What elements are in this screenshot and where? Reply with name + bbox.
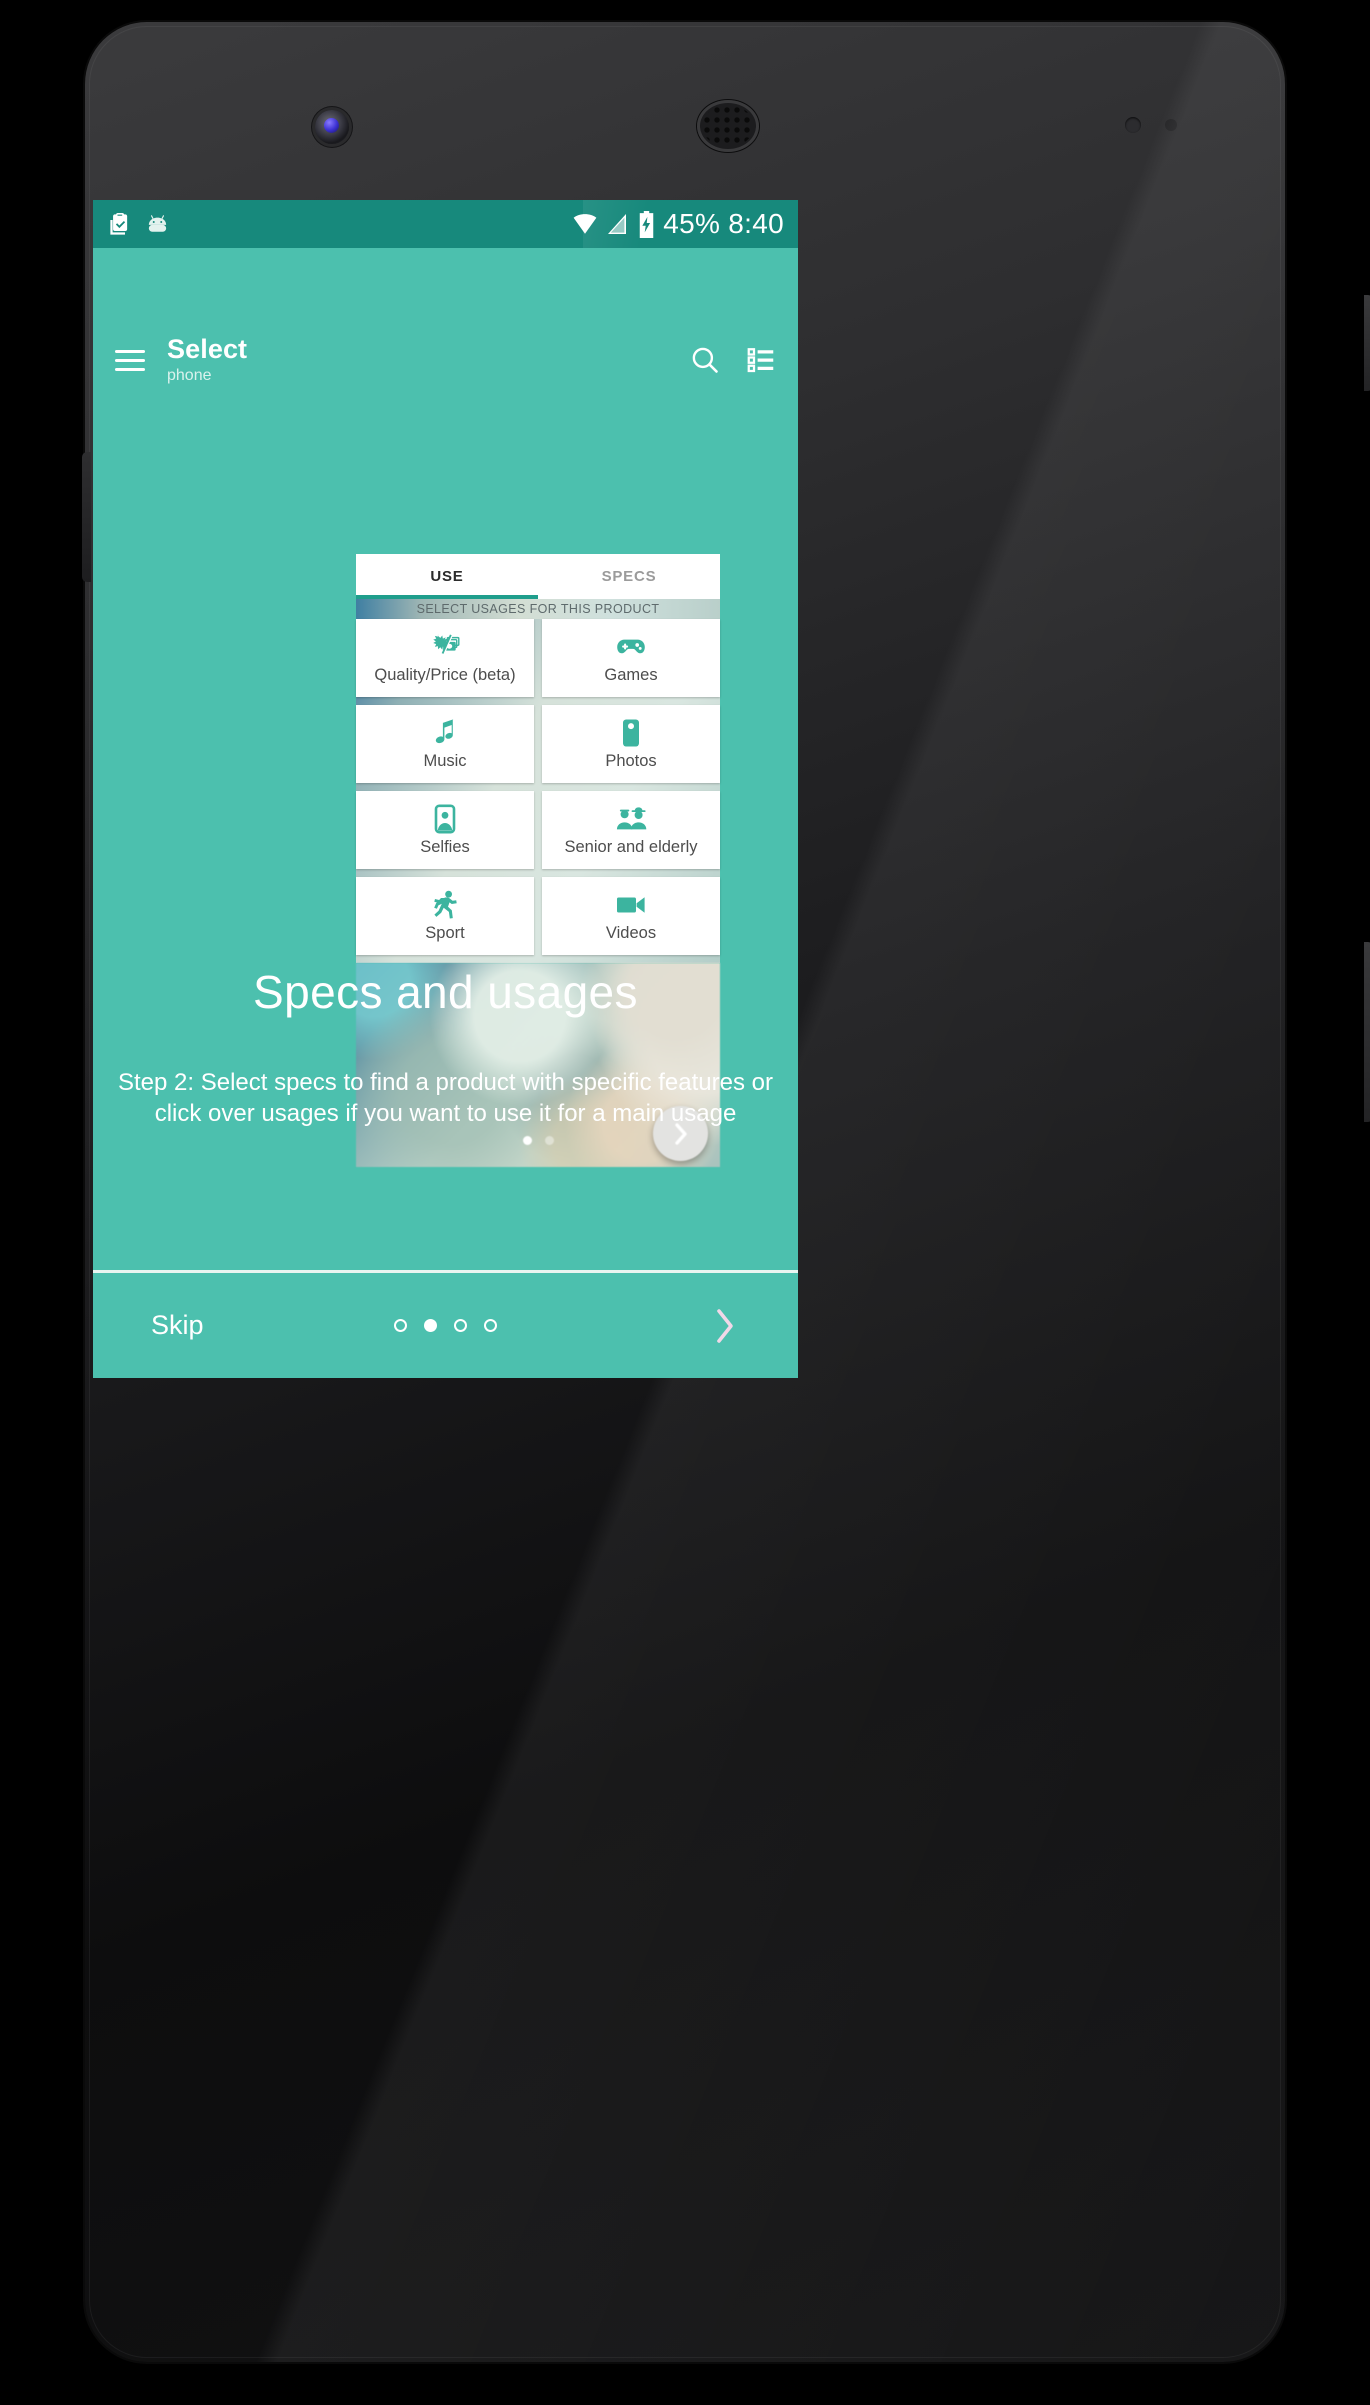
usages-banner: SELECT USAGES FOR THIS PRODUCT — [356, 599, 720, 619]
usage-card-music[interactable]: Music — [356, 705, 534, 783]
usage-card-photos[interactable]: Photos — [542, 705, 720, 783]
running-person-icon — [431, 890, 459, 920]
volume-button[interactable] — [1364, 942, 1370, 1122]
page-dot[interactable] — [424, 1319, 437, 1332]
usage-card-senior-elderly[interactable]: Senior and elderly — [542, 791, 720, 869]
money-quality-price-icon — [430, 632, 460, 662]
card-row: Sport Videos — [356, 877, 720, 963]
tab-active-underline — [356, 595, 538, 599]
light-sensor — [1165, 119, 1177, 131]
usage-card-label: Photos — [605, 752, 657, 771]
usage-card-label: Games — [604, 666, 658, 685]
card-row: Quality/Price (beta) Games — [356, 619, 720, 705]
page-title: Select — [167, 334, 248, 364]
usage-card-grid: Quality/Price (beta) Games Music Photos … — [356, 619, 720, 963]
usage-card-quality-price[interactable]: Quality/Price (beta) — [356, 619, 534, 697]
page-dot[interactable] — [394, 1319, 407, 1332]
power-button[interactable] — [1364, 295, 1370, 391]
usage-card-label: Senior and elderly — [564, 838, 698, 857]
onboarding-text: Specs and usages Step 2: Select specs to… — [93, 965, 798, 1129]
usage-card-sport[interactable]: Sport — [356, 877, 534, 955]
phone-screen: 45% 8:40 Select phone USE SPECS SELECT U… — [93, 200, 798, 1378]
onboarding-bottom-bar: Skip — [93, 1270, 798, 1378]
carousel-dot[interactable] — [544, 1136, 554, 1145]
card-row: Music Photos — [356, 705, 720, 791]
left-side-button[interactable] — [82, 452, 91, 582]
cell-signal-icon — [608, 214, 627, 234]
carousel-dot[interactable] — [522, 1136, 532, 1145]
video-camera-icon — [615, 890, 647, 920]
search-icon[interactable] — [690, 345, 720, 375]
list-view-icon[interactable] — [746, 345, 776, 375]
battery-charging-icon — [640, 210, 654, 238]
onboarding-title: Specs and usages — [253, 966, 638, 1018]
camera-phone-icon — [620, 718, 642, 748]
proximity-sensor — [1125, 117, 1141, 133]
two-people-icon — [614, 804, 648, 834]
music-note-icon — [433, 718, 457, 748]
usage-card-games[interactable]: Games — [542, 619, 720, 697]
tab-specs[interactable]: SPECS — [538, 554, 720, 599]
onboarding-next-button[interactable] — [710, 1304, 740, 1348]
page-subtitle: phone — [167, 367, 212, 384]
earpiece-speaker — [697, 100, 759, 152]
usage-card-label: Quality/Price (beta) — [374, 666, 516, 685]
app-title-block: Select phone — [167, 336, 247, 384]
card-row: Selfies Senior and elderly — [356, 791, 720, 877]
page-dot[interactable] — [454, 1319, 467, 1332]
skip-button[interactable]: Skip — [151, 1310, 204, 1341]
status-bar: 45% 8:40 — [93, 200, 798, 248]
usage-card-label: Music — [423, 752, 467, 771]
battery-time-text: 45% 8:40 — [663, 208, 784, 239]
tab-bar: USE SPECS — [356, 554, 720, 599]
page-dot[interactable] — [484, 1319, 497, 1332]
usage-card-label: Sport — [425, 924, 465, 943]
usage-card-label: Selfies — [420, 838, 470, 857]
portrait-selfie-icon — [433, 804, 457, 834]
status-bar-left-icons — [107, 211, 170, 238]
android-head-icon — [148, 214, 167, 232]
gamepad-icon — [615, 632, 647, 662]
front-camera — [315, 110, 349, 144]
wifi-icon — [573, 214, 597, 234]
status-bar-right-icons: 45% 8:40 — [572, 208, 784, 240]
app-bar: Select phone — [93, 324, 798, 396]
hamburger-menu-icon[interactable] — [115, 349, 145, 371]
onboarding-description: Step 2: Select specs to find a product w… — [117, 1069, 773, 1128]
usage-card-selfies[interactable]: Selfies — [356, 791, 534, 869]
clipboard-check-icon — [110, 212, 128, 235]
usage-card-label: Videos — [605, 924, 657, 943]
usage-card-videos[interactable]: Videos — [542, 877, 720, 955]
tab-use[interactable]: USE — [356, 554, 538, 599]
chevron-right-icon — [717, 1308, 733, 1343]
app-bar-actions — [690, 345, 776, 375]
